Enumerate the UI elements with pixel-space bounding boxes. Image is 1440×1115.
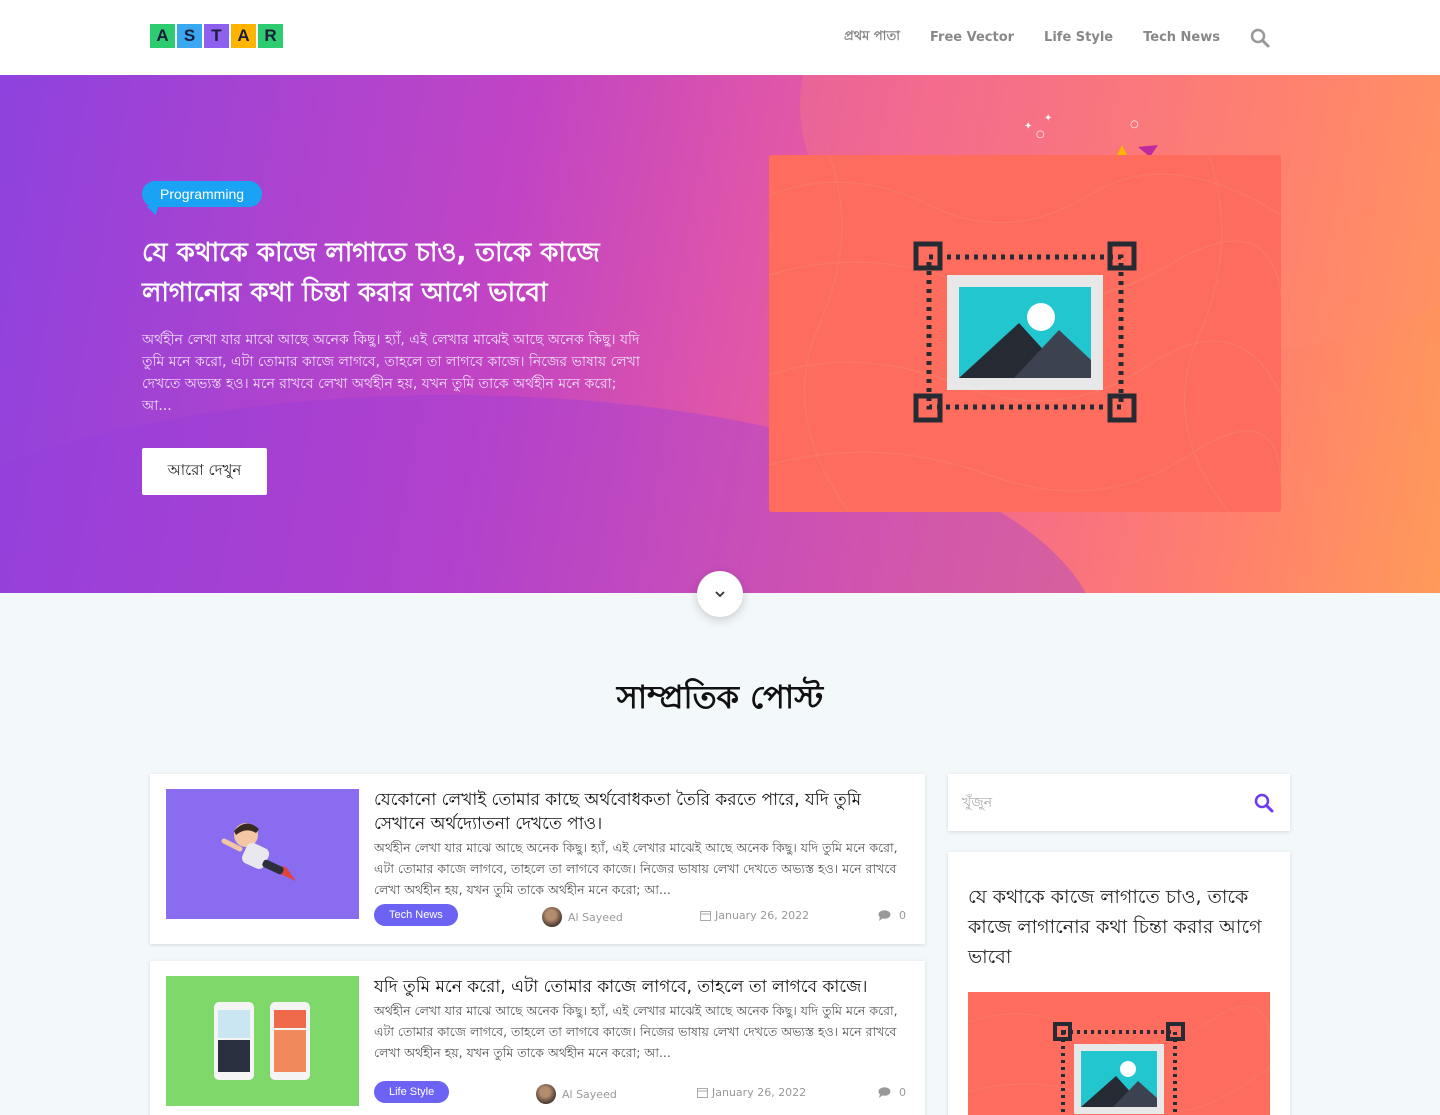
comment-count: 0 (899, 909, 906, 922)
post-thumbnail[interactable] (166, 789, 359, 919)
site-header: A S T A R প্রথম পাতা Free Vector Life St… (0, 0, 1440, 75)
author-name: Al Sayeed (568, 910, 623, 924)
site-logo[interactable]: A S T A R (150, 24, 283, 48)
post-comments[interactable]: 0 (878, 1086, 906, 1099)
mobile-app-illustration (214, 1002, 310, 1080)
author-name: Al Sayeed (562, 1087, 617, 1101)
post-date: January 26, 2022 (697, 1086, 806, 1099)
post-category-tag[interactable]: Tech News (374, 904, 458, 926)
avatar (536, 1084, 556, 1104)
hero-excerpt: অর্থহীন লেখা যার মাঝে আছে অনেক কিছু। হ্য… (142, 332, 640, 414)
featured-post-card[interactable]: যে কথাকে কাজে লাগাতে চাও, তাকে কাজে লাগা… (948, 852, 1290, 1115)
section-title: সাম্প্রতিক পোস্ট (616, 678, 824, 716)
post-meta: Life Style Al Sayeed January 26, 2022 0 (374, 1081, 914, 1105)
post-category-tag[interactable]: Life Style (374, 1081, 450, 1103)
sidebar-search (948, 774, 1290, 831)
logo-letter: R (258, 24, 283, 48)
logo-letter: A (150, 24, 175, 48)
post-author[interactable]: Al Sayeed (542, 907, 623, 927)
logo-letter: T (204, 24, 229, 48)
superhero-illustration (221, 823, 296, 881)
nav-item-home[interactable]: প্রথম পাতা (844, 27, 900, 48)
chevron-down-icon (715, 591, 725, 598)
hero-category-badge[interactable]: Programming (142, 181, 263, 207)
calendar-icon (700, 911, 711, 921)
post-thumbnail[interactable] (166, 976, 359, 1106)
sparkle-icon: ○ (1130, 119, 1139, 130)
comment-count: 0 (899, 1086, 906, 1099)
logo-letter: A (231, 24, 256, 48)
post-author[interactable]: Al Sayeed (536, 1084, 617, 1104)
post-title[interactable]: যেকোনো লেখাই তোমার কাছে অর্থবোধকতা তৈরি … (374, 788, 894, 836)
nav-item-tech-news[interactable]: Tech News (1143, 30, 1220, 45)
hero-image[interactable] (769, 155, 1281, 512)
sparkle-icon: ○ (1036, 129, 1045, 140)
comment-icon (878, 1087, 891, 1098)
read-more-button[interactable]: আরো দেখুন (142, 448, 267, 495)
comment-icon (878, 910, 891, 921)
main-nav: প্রথম পাতা Free Vector Life Style Tech N… (844, 0, 1270, 75)
scroll-down-button[interactable] (697, 571, 743, 617)
image-placeholder-icon (968, 1005, 1270, 1115)
search-icon[interactable] (1250, 28, 1270, 48)
post-date: January 26, 2022 (700, 909, 809, 922)
sparkle-icon: ✦ (1024, 121, 1033, 132)
search-icon[interactable] (1254, 793, 1274, 813)
sparkle-icon: ✦ (1044, 113, 1053, 124)
post-comments[interactable]: 0 (878, 909, 906, 922)
post-excerpt: অর্থহীন লেখা যার মাঝে আছে অনেক কিছু। হ্য… (374, 1003, 898, 1060)
image-placeholder-icon (769, 155, 1281, 512)
post-card[interactable]: যদি তুমি মনে করো, এটা তোমার কাজে লাগবে, … (150, 961, 925, 1115)
featured-post-image[interactable] (968, 992, 1270, 1115)
calendar-icon (697, 1088, 708, 1098)
post-title[interactable]: যদি তুমি মনে করো, এটা তোমার কাজে লাগবে, … (374, 975, 894, 999)
date-text: January 26, 2022 (712, 1086, 807, 1099)
featured-post-title[interactable]: যে কথাকে কাজে লাগাতে চাও, তাকে কাজে লাগা… (968, 882, 1268, 972)
nav-item-life-style[interactable]: Life Style (1044, 30, 1113, 45)
date-text: January 26, 2022 (715, 909, 810, 922)
post-excerpt: অর্থহীন লেখা যার মাঝে আছে অনেক কিছু। হ্য… (374, 840, 898, 897)
nav-item-free-vector[interactable]: Free Vector (930, 30, 1014, 45)
search-input[interactable] (962, 792, 1242, 814)
hero-banner: Programming যে কথাকে কাজে লাগাতে চাও, তা… (0, 75, 1440, 593)
logo-letter: S (177, 24, 202, 48)
hero-title[interactable]: যে কথাকে কাজে লাগাতে চাও, তাকে কাজে লাগা… (142, 233, 662, 313)
post-card[interactable]: যেকোনো লেখাই তোমার কাছে অর্থবোধকতা তৈরি … (150, 774, 925, 944)
avatar (542, 907, 562, 927)
post-meta: Tech News Al Sayeed January 26, 2022 0 (374, 904, 914, 928)
